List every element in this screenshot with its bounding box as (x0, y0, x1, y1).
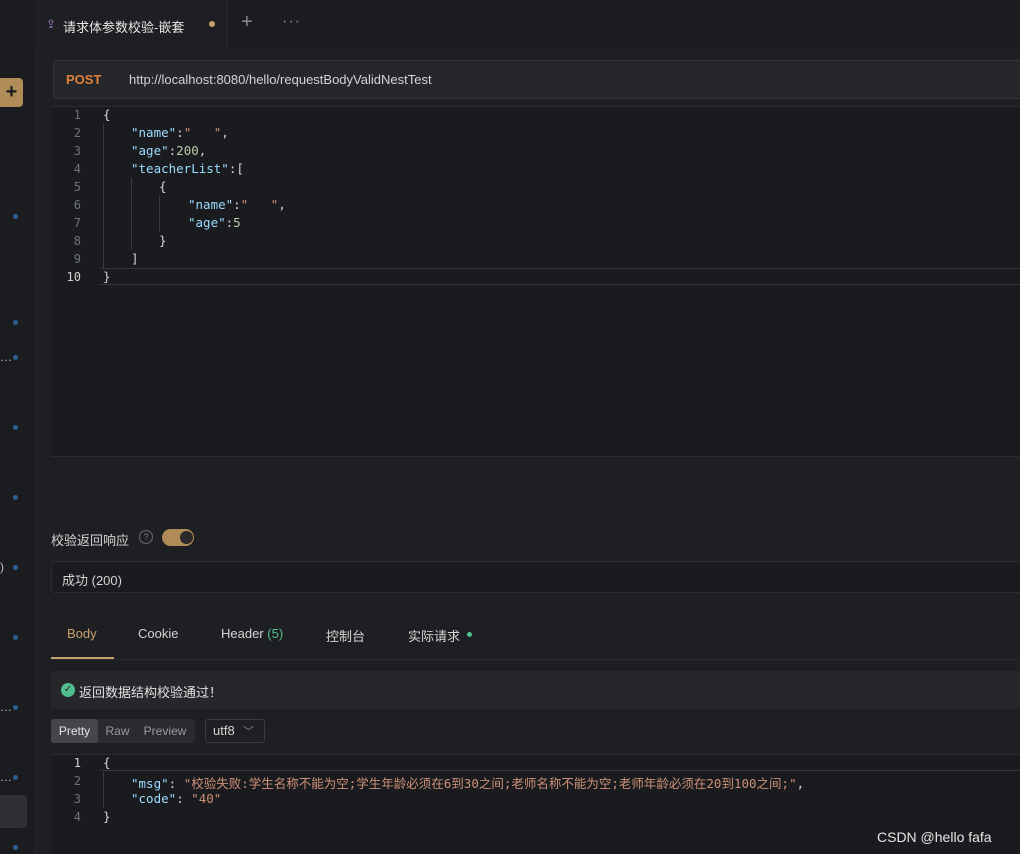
unsaved-dot-icon[interactable] (209, 21, 215, 27)
sidebar-item-dot[interactable] (13, 775, 18, 780)
line-number: 3 (73, 144, 81, 158)
code-line: { (103, 107, 111, 122)
sidebar-item-dot[interactable] (13, 355, 18, 360)
new-tab-plus-icon[interactable]: + (241, 11, 253, 34)
format-raw-button[interactable]: Raw (100, 719, 135, 743)
code-line: } (159, 233, 167, 248)
sidebar-truncation: ) (0, 560, 4, 574)
help-icon[interactable]: ? (139, 530, 153, 544)
line-number: 2 (73, 126, 81, 140)
line-number: 5 (73, 180, 81, 194)
more-icon[interactable]: ··· (282, 13, 301, 31)
left-sidebar (0, 0, 36, 854)
tab-actual-request[interactable]: 实际请求 (408, 626, 460, 645)
code-line: ] (131, 251, 139, 266)
tabs-divider (51, 659, 1020, 660)
tab-cookie[interactable]: Cookie (138, 626, 178, 641)
sidebar-selected-item[interactable] (0, 795, 27, 828)
sidebar-item-dot[interactable] (13, 320, 18, 325)
sidebar-item-dot[interactable] (13, 214, 18, 219)
line-number: 10 (66, 270, 81, 284)
toggle-knob (180, 531, 193, 544)
sidebar-item-dot[interactable] (13, 845, 18, 850)
format-preview-button[interactable]: Preview (138, 719, 192, 743)
actual-request-indicator-dot (467, 632, 472, 637)
line-number: 8 (73, 234, 81, 248)
sidebar-item-dot[interactable] (13, 425, 18, 430)
tab-title: 请求体参数校验-嵌套 (63, 20, 185, 35)
code-line: "msg": "校验失败:学生名称不能为空;学生年龄必须在6到30之间;老师名称… (131, 776, 805, 791)
active-tab-underline (51, 657, 114, 659)
line-number: 1 (73, 108, 81, 122)
line-number: 6 (73, 198, 81, 212)
response-status-text: 成功 (200) (62, 573, 122, 588)
code-line: "age":5 (188, 215, 241, 230)
tab-header[interactable]: Header (5) (221, 626, 283, 641)
code-line: "age":200, (131, 143, 207, 158)
validation-result-text: 返回数据结构校验通过！ (79, 685, 223, 700)
validate-response-label: 校验返回响应 (51, 533, 130, 548)
format-pretty-button[interactable]: Pretty (51, 719, 98, 743)
tab-header-label: Header (221, 626, 264, 641)
code-line: } (103, 809, 111, 824)
sidebar-item-dot[interactable] (13, 635, 18, 640)
indent-guide (159, 196, 160, 232)
code-line: "code": "40" (131, 791, 222, 806)
sidebar-truncation: … (0, 700, 12, 714)
url-input[interactable]: http://localhost:8080/hello/requestBodyV… (129, 72, 432, 87)
sidebar-truncation: … (0, 770, 12, 784)
tab-console[interactable]: 控制台 (326, 626, 365, 645)
watermark: CSDN @hello fafa (877, 829, 992, 845)
line-number: 4 (73, 810, 81, 824)
code-line: "teacherList":[ (131, 161, 244, 176)
line-number: 3 (73, 792, 81, 806)
chevron-down-icon: ﹀ (243, 726, 254, 738)
sidebar-truncation: … (0, 350, 12, 364)
line-number: 7 (73, 216, 81, 230)
check-circle-icon: ✓ (61, 683, 75, 697)
indent-guide (103, 772, 104, 808)
indent-guide (103, 124, 104, 268)
code-line: "name":" ", (131, 125, 229, 140)
sidebar-item-dot[interactable] (13, 495, 18, 500)
line-number: 4 (73, 162, 81, 176)
current-line-highlight (100, 770, 1020, 771)
tab-body[interactable]: Body (67, 626, 97, 641)
method-select[interactable]: POST (66, 72, 101, 87)
code-line: { (159, 179, 167, 194)
share-icon: ⇪ (46, 17, 57, 31)
line-number: 9 (73, 252, 81, 266)
code-line: { (103, 755, 111, 770)
line-number: 1 (73, 756, 81, 770)
sidebar-item-dot[interactable] (13, 705, 18, 710)
sidebar-item-dot[interactable] (13, 565, 18, 570)
response-status-select[interactable] (51, 561, 1020, 593)
header-count-badge: (5) (267, 626, 284, 641)
add-button[interactable]: + (0, 78, 23, 107)
code-line: "name":" ", (188, 197, 286, 212)
code-line: } (103, 269, 111, 284)
line-number: 2 (73, 774, 81, 788)
encoding-value: utf8 (213, 723, 235, 738)
indent-guide (131, 178, 132, 250)
current-line-highlight (100, 268, 1020, 285)
